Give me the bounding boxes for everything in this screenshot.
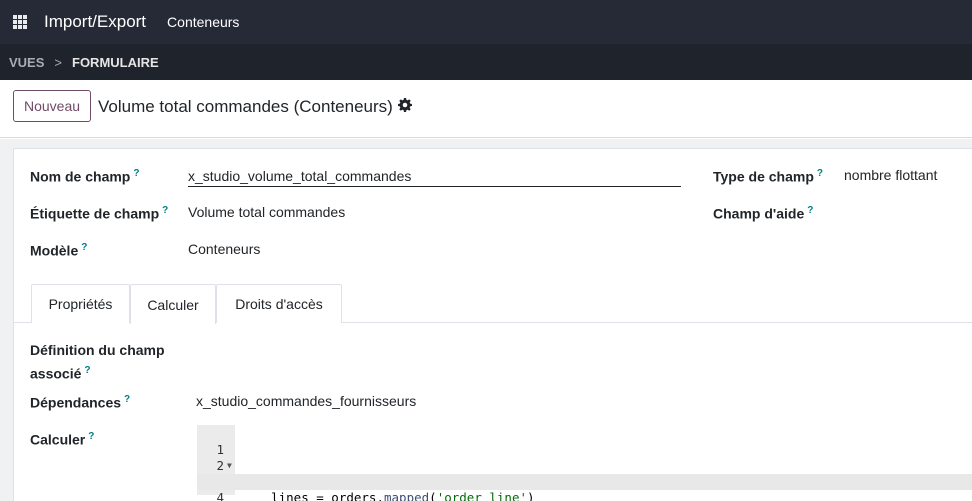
compute-label: Calculer? (30, 427, 94, 450)
breadcrumb-separator: > (54, 54, 62, 70)
code-line[interactable]: 1 ▼ for record in self: (197, 426, 972, 489)
field-name-input[interactable] (188, 165, 681, 187)
help-tooltip-icon[interactable]: ? (81, 242, 87, 253)
field-name-label-text: Nom de champ (30, 168, 131, 185)
help-tooltip-icon[interactable]: ? (133, 168, 139, 179)
compute-label-text: Calculer (30, 431, 86, 448)
help-field-label-text: Champ d'aide (713, 205, 805, 222)
new-button[interactable]: Nouveau (13, 90, 92, 122)
field-type-value[interactable]: nombre flottant (844, 165, 937, 185)
related-field-label-line2: associé (30, 365, 82, 382)
breadcrumb: VUES > FORMULAIRE (0, 44, 972, 80)
help-tooltip-icon[interactable]: ? (88, 431, 94, 442)
line-number: 4 (216, 490, 224, 501)
breadcrumb-formulaire: FORMULAIRE (72, 54, 159, 70)
model-label: Modèle? (30, 238, 87, 261)
help-tooltip-icon[interactable]: ? (84, 365, 90, 376)
code-text: lines = orders.mapped('order_line') (241, 490, 535, 501)
field-type-label: Type de champ? (713, 164, 823, 187)
related-field-label-cont: associé? (30, 361, 90, 384)
field-name-label: Nom de champ? (30, 164, 139, 187)
code-editor[interactable]: 1 ▼ for record in self: 2 orders = recor… (197, 425, 972, 501)
field-label-label: Étiquette de champ? (30, 201, 168, 224)
field-type-label-text: Type de champ (713, 168, 814, 185)
field-label-value[interactable]: Volume total commandes (188, 202, 345, 222)
record-title: Volume total commandes (Conteneurs) (98, 97, 393, 116)
menu-item-conteneurs[interactable]: Conteneurs (167, 14, 239, 30)
breadcrumb-vues[interactable]: VUES (9, 55, 44, 70)
dependencies-value[interactable]: x_studio_commandes_fournisseurs (196, 391, 416, 411)
code-line[interactable]: 2 orders = record['x_studio_commandes_fo… (197, 442, 972, 489)
code-line[interactable]: 3 lines = orders.mapped('order_line') (197, 458, 972, 501)
control-panel: Nouveau Volume total commandes (Conteneu… (0, 80, 972, 138)
app-name[interactable]: Import/Export (44, 12, 146, 32)
code-line-active[interactable]: 4 record['x_studio_volume_total_commande… (197, 474, 972, 501)
dependencies-label-text: Dépendances (30, 394, 122, 411)
model-value[interactable]: Conteneurs (188, 239, 260, 259)
notebook-tabs: Propriétés Calculer Droits d'accès (13, 284, 972, 324)
related-field-label-line1: Définition du champ (30, 342, 165, 358)
top-navbar: Import/Export Conteneurs (0, 0, 972, 44)
help-tooltip-icon[interactable]: ? (124, 394, 130, 405)
tab-proprietes[interactable]: Propriétés (31, 284, 130, 323)
help-tooltip-icon[interactable]: ? (817, 168, 823, 179)
apps-menu-icon[interactable] (13, 15, 27, 29)
tab-calculer[interactable]: Calculer (130, 284, 216, 324)
field-label-label-text: Étiquette de champ (30, 205, 160, 222)
model-label-text: Modèle (30, 242, 79, 259)
help-field-label: Champ d'aide? (713, 201, 813, 224)
dependencies-label: Dépendances? (30, 390, 130, 413)
help-tooltip-icon[interactable]: ? (162, 205, 168, 216)
gear-icon[interactable] (398, 98, 412, 112)
help-tooltip-icon[interactable]: ? (807, 205, 813, 216)
related-field-label: Définition du champ (30, 340, 165, 360)
tab-droits-acces[interactable]: Droits d'accès (216, 284, 342, 323)
